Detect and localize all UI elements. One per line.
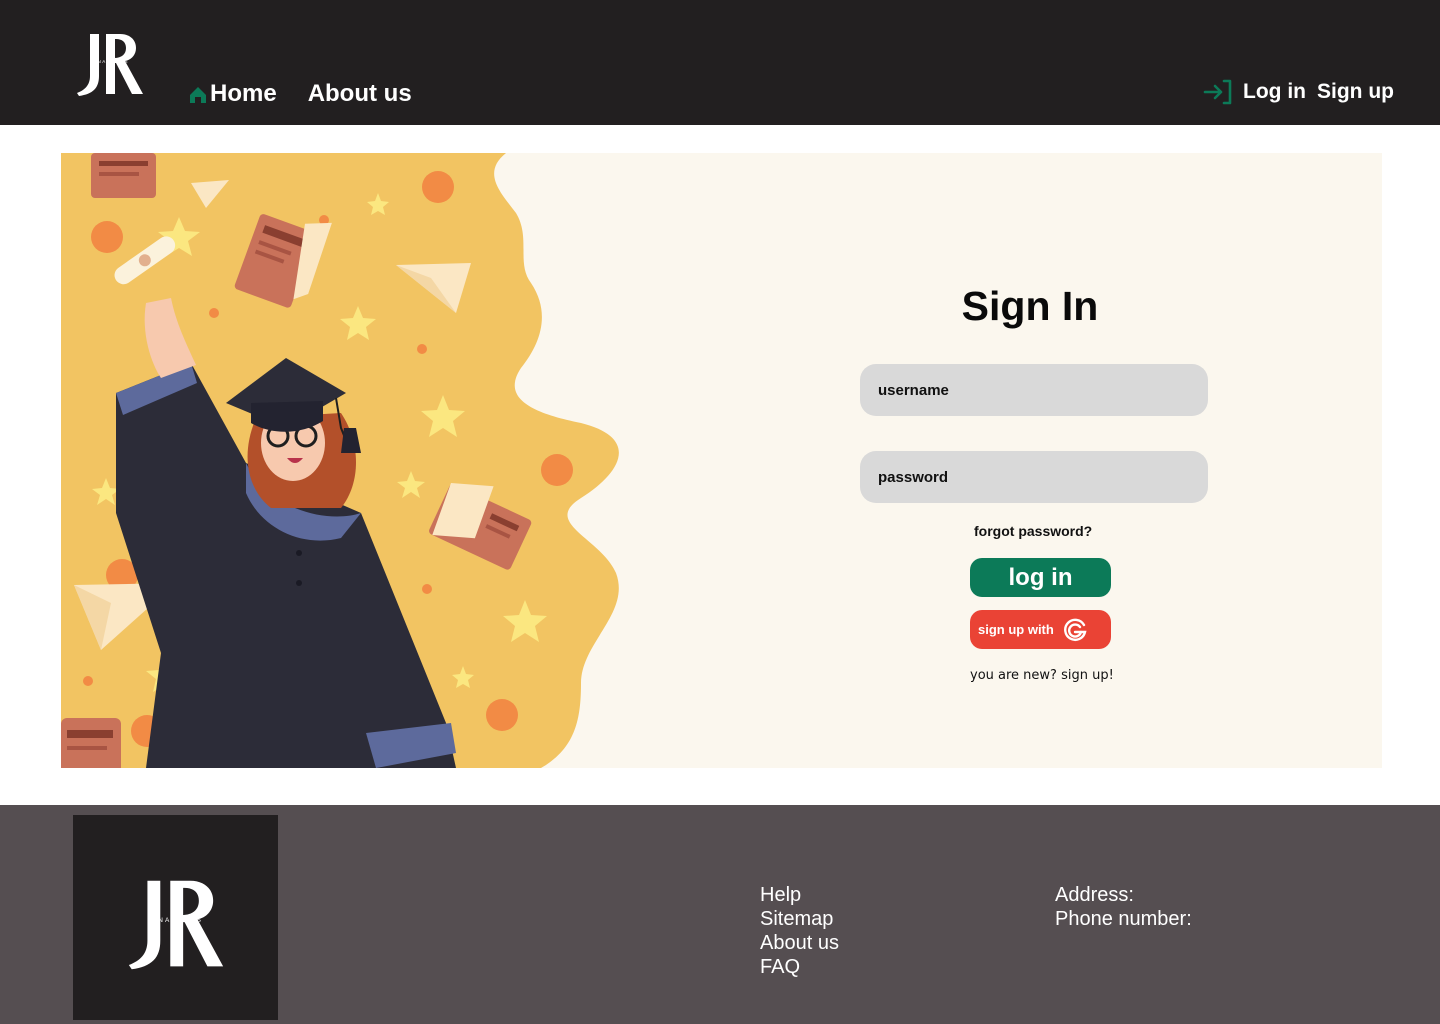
header-login-link[interactable]: Log in <box>1243 80 1306 104</box>
google-icon <box>1061 616 1089 644</box>
footer-link-about-us[interactable]: About us <box>760 931 839 955</box>
footer-links: Help Sitemap About us FAQ <box>760 883 839 979</box>
brand-logo[interactable]: JINARATES <box>72 30 148 100</box>
auth-links: Log in Sign up <box>1203 78 1394 106</box>
password-input[interactable] <box>860 451 1208 503</box>
footer-phone: Phone number: <box>1055 908 1192 930</box>
username-input[interactable] <box>860 364 1208 416</box>
google-signup-label: sign up with <box>978 622 1054 637</box>
home-icon <box>188 84 208 104</box>
jr-logo-icon: JINARATES <box>128 880 224 970</box>
footer-link-sitemap[interactable]: Sitemap <box>760 907 839 931</box>
signin-title: Sign In <box>961 283 1099 329</box>
forgot-password-link[interactable]: forgot password? <box>974 523 1092 539</box>
footer-contact: Address: Phone number: <box>1055 883 1192 931</box>
signin-panel: Sign In forgot password? log in sign up … <box>61 153 1382 768</box>
login-button[interactable]: log in <box>970 558 1111 597</box>
nav-home-label: Home <box>210 80 277 107</box>
footer: JINARATES Help Sitemap About us FAQ Addr… <box>0 805 1440 1024</box>
graduation-illustration <box>61 153 619 768</box>
footer-brand-logo: JINARATES <box>73 815 278 1020</box>
footer-link-faq[interactable]: FAQ <box>760 955 839 979</box>
login-icon <box>1203 78 1233 106</box>
top-navbar: JINARATES Home About us Log in Sign up <box>0 0 1440 125</box>
header-signup-link[interactable]: Sign up <box>1317 80 1394 104</box>
google-signup-button[interactable]: sign up with <box>970 610 1111 649</box>
new-user-signup-link[interactable]: you are new? sign up! <box>970 668 1114 683</box>
nav-home[interactable]: Home <box>188 80 277 108</box>
svg-text:JINARATES: JINARATES <box>149 917 203 924</box>
footer-address: Address: <box>1055 884 1134 906</box>
main-nav: Home About us <box>188 80 412 108</box>
nav-about-label: About us <box>307 80 412 107</box>
footer-link-help[interactable]: Help <box>760 883 839 907</box>
jr-logo-icon: JINARATES <box>77 34 143 96</box>
svg-text:JINARATES: JINARATES <box>91 59 129 64</box>
nav-about-us[interactable]: About us <box>308 80 412 108</box>
